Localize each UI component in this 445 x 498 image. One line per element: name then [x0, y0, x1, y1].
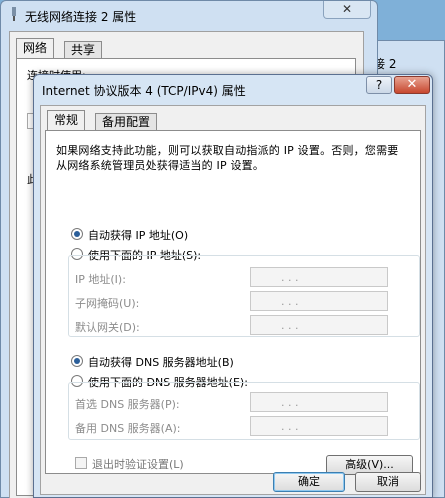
preferred-dns-label: 首选 DNS 服务器(P):	[75, 398, 180, 411]
general-tab-panel: 如果网络支持此功能，则可以获取自动指派的 IP 设置。否则，您需要从网络系统管理…	[45, 130, 421, 475]
ok-button[interactable]: 确定	[273, 472, 345, 492]
network-adapter-icon	[12, 7, 16, 21]
dialog-body: 常规 备用配置 如果网络支持此功能，则可以获取自动指派的 IP 设置。否则，您需…	[40, 105, 426, 495]
validate-checkbox[interactable]	[75, 457, 87, 469]
close-button[interactable]: ✕	[394, 76, 430, 94]
subnet-mask-label: 子网掩码(U):	[75, 297, 140, 310]
tab-sharing[interactable]: 共享	[64, 41, 103, 58]
tab-general[interactable]: 常规	[47, 110, 86, 130]
cancel-button[interactable]: 取消	[355, 472, 421, 492]
background-window-title: 无线网络连接 2 属性	[25, 10, 137, 24]
alternate-dns-label: 备用 DNS 服务器(A):	[75, 422, 181, 435]
preferred-dns-field[interactable]: . . .	[250, 392, 388, 412]
auto-ip-label[interactable]: 自动获得 IP 地址(O)	[88, 227, 188, 243]
help-button[interactable]: ?	[366, 76, 392, 94]
validate-label[interactable]: 退出时验证设置(L)	[92, 456, 184, 472]
auto-dns-radio[interactable]	[71, 355, 83, 367]
ipv4-properties-dialog: Internet 协议版本 4 (TCP/IPv4) 属性 ? ✕ 常规 备用配…	[33, 74, 433, 498]
tab-alternate-config[interactable]: 备用配置	[95, 113, 158, 130]
tab-network[interactable]: 网络	[16, 38, 55, 58]
auto-ip-radio[interactable]	[71, 228, 83, 240]
subnet-mask-field[interactable]: . . .	[250, 291, 388, 311]
ip-address-field[interactable]: . . .	[250, 267, 388, 287]
alternate-dns-field[interactable]: . . .	[250, 416, 388, 436]
dialog-title: Internet 协议版本 4 (TCP/IPv4) 属性	[42, 84, 246, 98]
default-gateway-label: 默认网关(D):	[75, 321, 140, 334]
background-close-button[interactable]: ✕	[323, 1, 371, 19]
ip-address-label: IP 地址(I):	[75, 273, 126, 286]
auto-dns-label[interactable]: 自动获得 DNS 服务器地址(B)	[88, 354, 234, 370]
default-gateway-field[interactable]: . . .	[250, 315, 388, 335]
description-text: 如果网络支持此功能，则可以获取自动指派的 IP 设置。否则，您需要从网络系统管理…	[56, 144, 399, 172]
